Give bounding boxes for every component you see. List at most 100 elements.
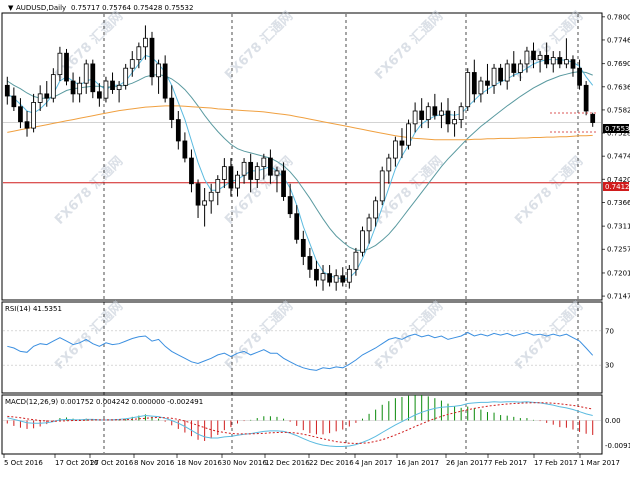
candle-up [254, 166, 260, 180]
candle-up [83, 63, 89, 84]
candle-up [406, 123, 411, 146]
candle-up [136, 46, 142, 61]
candle-up [320, 273, 326, 281]
x-tick-label: 16 Jan 2017 [397, 459, 439, 467]
x-tick-label: 4 Jan 2017 [355, 459, 393, 467]
candle-down [18, 106, 23, 123]
candle-up [221, 166, 227, 180]
candle-up [274, 170, 280, 176]
candle-up [116, 84, 122, 91]
candle-down [419, 110, 425, 120]
candle-down [327, 273, 332, 283]
hline-price-tag: 0.74124 [603, 182, 630, 191]
candle-up [465, 72, 471, 108]
chart-canvas: FX678 汇通网 FX678 汇通网 FX678 汇通网 FX678 汇通网 FX67… [1, 4, 630, 467]
candle-up [77, 82, 83, 95]
x-tick-label: 30 Nov 2016 [222, 459, 267, 467]
candle-down [570, 59, 576, 69]
price-tick-label: 0.76905 [607, 60, 630, 68]
candle-down [248, 161, 254, 180]
candle-up [379, 170, 385, 202]
candle-up [215, 179, 221, 193]
price-tick-label: 0.73665 [607, 199, 630, 207]
ma-line-2 [7, 71, 593, 252]
price-tick-label: 0.74745 [607, 153, 630, 161]
candle-up [373, 200, 379, 219]
price-tick-label: 0.72570 [607, 246, 630, 254]
candle-down [471, 72, 477, 95]
candle-up [425, 106, 431, 120]
candle-up [550, 57, 556, 65]
x-tick-label: 1 Mar 2017 [580, 459, 620, 467]
watermark-text: FX678 汇通网 [222, 8, 297, 83]
price-tick-label: 0.76365 [607, 83, 630, 91]
candle-up [156, 63, 161, 78]
candle-down [189, 157, 194, 185]
watermark-text: FX678 汇通网 [512, 153, 587, 228]
candle-up [123, 67, 129, 86]
price-tick-label: 0.72015 [607, 269, 630, 277]
x-tick-label: 8 Nov 2016 [134, 459, 175, 467]
header-triangle-icon: ▼ [8, 4, 14, 12]
price-layer [3, 25, 601, 291]
x-tick-label: 27 Oct 2016 [90, 459, 134, 467]
price-y-axis: 0.780000.774600.769050.763650.758250.752… [602, 13, 630, 301]
macd-tick-zero: 0.00 [605, 417, 621, 425]
candle-up [524, 50, 530, 65]
x-tick-label: 12 Dec 2016 [265, 459, 310, 467]
candle-down [445, 110, 451, 125]
candle-down [268, 157, 273, 176]
rsi-title: RSI(14) 41.5351 [5, 305, 62, 313]
candle-down [544, 54, 550, 65]
candle-down [228, 166, 234, 189]
candle-up [439, 110, 444, 116]
candle-up [57, 52, 63, 76]
candle-up [478, 80, 484, 95]
price-tick-label: 0.73110 [607, 223, 630, 231]
header-symbol: AUDUSD,Daily [16, 4, 66, 12]
candle-up [235, 174, 240, 189]
candle-up [333, 275, 339, 283]
watermark-text: FX678 汇通网 [52, 8, 127, 83]
candle-up [504, 63, 510, 82]
candle-down [11, 95, 17, 108]
price-tick-label: 0.75825 [607, 106, 630, 114]
candle-down [175, 119, 181, 142]
candle-down [314, 268, 319, 281]
candle-up [564, 59, 569, 65]
price-tick-label: 0.77460 [607, 36, 630, 44]
candle-down [307, 256, 313, 270]
candle-up [346, 268, 352, 283]
candle-up [261, 157, 267, 168]
current-price-tag: 0.75532 [603, 124, 630, 133]
candle-up [412, 110, 418, 125]
candle-up [50, 74, 56, 99]
x-tick-label: 17 Feb 2017 [534, 459, 578, 467]
candle-up [393, 140, 398, 159]
watermark-text: FX678 汇通网 [222, 298, 297, 373]
candle-down [162, 63, 168, 99]
price-tick-label: 0.71475 [607, 293, 630, 301]
price-panel-frame [1, 12, 603, 301]
candle-down [399, 140, 405, 146]
watermark-text: FX678 汇通网 [52, 153, 127, 228]
candle-down [97, 91, 102, 99]
candle-down [4, 84, 10, 97]
x-tick-label: 22 Dec 2016 [309, 459, 354, 467]
hline-price-label: 0.74124 [605, 183, 630, 191]
candle-up [37, 93, 43, 103]
candle-down [300, 238, 306, 257]
x-tick-label: 7 Feb 2017 [488, 459, 527, 467]
candle-up [31, 102, 36, 129]
macd-line [7, 401, 593, 447]
candle-up [360, 230, 365, 253]
candle-up [366, 217, 372, 232]
candle-up [452, 119, 457, 125]
candle-down [195, 183, 201, 206]
candle-down [294, 213, 300, 240]
candle-down [24, 121, 30, 129]
candle-down [531, 50, 536, 61]
price-tick-label: 0.78000 [607, 13, 630, 21]
candle-down [485, 80, 490, 86]
rsi-tick-30: 30 [605, 362, 614, 370]
